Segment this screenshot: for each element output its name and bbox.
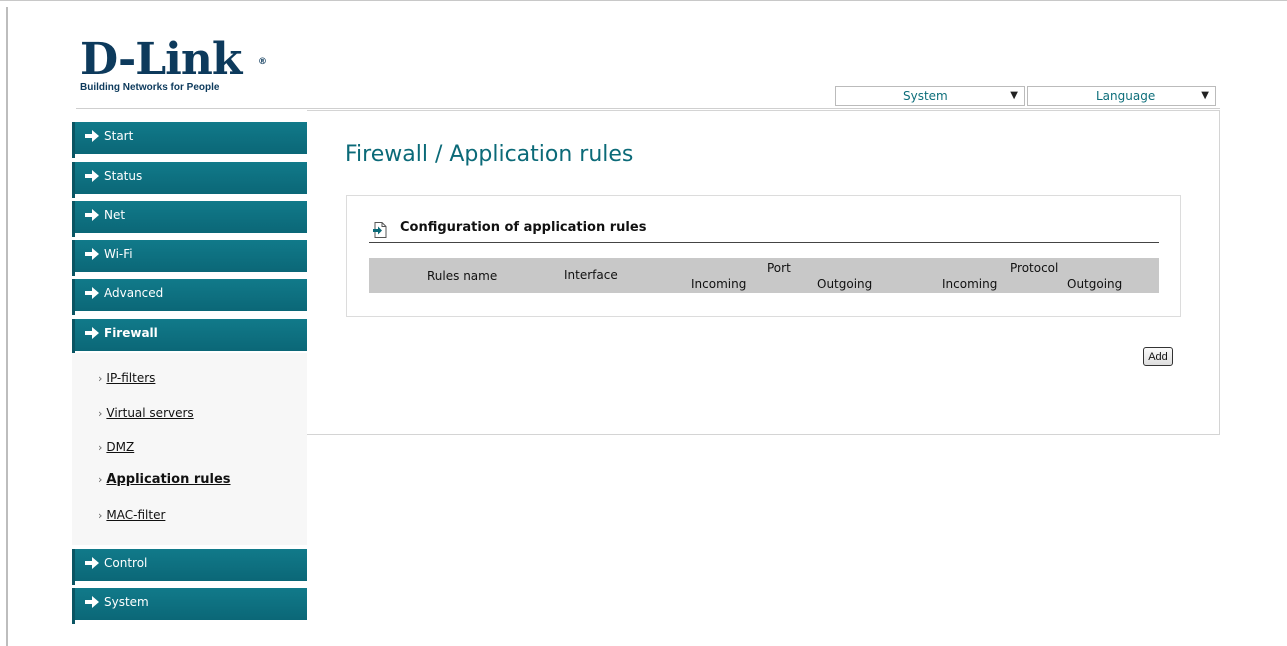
sidebar-item-net[interactable]: Net: [72, 201, 307, 237]
submenu-item-label: DMZ: [106, 440, 135, 454]
column-header-protocol-incoming: Incoming: [942, 277, 998, 291]
language-select-label: Language: [1096, 89, 1156, 103]
header-divider: [76, 108, 1220, 109]
arrow-right-icon: [85, 327, 99, 339]
sidebar-item-label: Control: [104, 556, 148, 570]
sidebar-item-control[interactable]: Control: [72, 549, 307, 585]
submenu-item-application-rules[interactable]: › Application rules: [98, 472, 231, 487]
column-header-protocol-outgoing: Outgoing: [1067, 277, 1123, 291]
bullet-icon: ›: [98, 509, 103, 522]
column-header-protocol: Protocol: [1010, 261, 1059, 275]
sidebar-item-system[interactable]: System: [72, 588, 307, 624]
dlink-logo: D-Link ® Building Networks for People: [80, 38, 267, 94]
logo-text: D-Link: [80, 34, 242, 85]
add-button[interactable]: Add: [1143, 347, 1173, 366]
dropdown-arrow-icon: ▼: [1010, 90, 1018, 101]
section-divider: [369, 242, 1159, 243]
column-header-port-outgoing: Outgoing: [817, 277, 873, 291]
arrow-right-icon: [85, 130, 99, 142]
bullet-icon: ›: [98, 372, 103, 385]
sidebar-item-label: Net: [104, 208, 126, 222]
sidebar-item-label: Wi-Fi: [104, 247, 133, 261]
section-box: [346, 195, 1181, 317]
page-arrow-icon: [373, 222, 387, 238]
system-select-label: System: [903, 89, 948, 103]
submenu-item-label: IP-filters: [106, 371, 156, 385]
submenu-item-label: Application rules: [106, 472, 231, 487]
arrow-right-icon: [85, 596, 99, 608]
submenu-item-dmz[interactable]: › DMZ: [98, 440, 134, 454]
bullet-icon: ›: [98, 473, 103, 486]
section-title: Configuration of application rules: [400, 220, 647, 235]
arrow-right-icon: [85, 209, 99, 221]
sidebar-item-start[interactable]: Start: [72, 122, 307, 158]
submenu-item-ip-filters[interactable]: › IP-filters: [98, 371, 155, 385]
dropdown-arrow-icon: ▼: [1201, 90, 1209, 101]
rules-table-header: Rules name Interface Port Incoming Outgo…: [369, 258, 1159, 293]
submenu-item-mac-filter[interactable]: › MAC-filter: [98, 508, 165, 522]
language-select[interactable]: Language ▼: [1027, 86, 1216, 106]
arrow-right-icon: [85, 287, 99, 299]
page-title: Firewall / Application rules: [345, 142, 634, 167]
bullet-icon: ›: [98, 407, 103, 420]
arrow-right-icon: [85, 248, 99, 260]
submenu-item-virtual-servers[interactable]: › Virtual servers: [98, 406, 194, 420]
sidebar-item-advanced[interactable]: Advanced: [72, 279, 307, 315]
system-menu-select[interactable]: System ▼: [835, 86, 1025, 106]
sidebar-item-label: Advanced: [104, 286, 164, 300]
column-header-port-incoming: Incoming: [691, 277, 747, 291]
sidebar-item-status[interactable]: Status: [72, 162, 307, 198]
sidebar-item-label: Status: [104, 169, 143, 183]
sidebar-item-label: Start: [104, 129, 134, 143]
column-header-rules-name: Rules name: [427, 269, 498, 283]
firewall-submenu: › IP-filters › Virtual servers › DMZ › Appli…: [72, 353, 307, 545]
column-header-port: Port: [767, 261, 791, 275]
sidebar-item-firewall[interactable]: Firewall: [72, 319, 307, 355]
arrow-right-icon: [85, 557, 99, 569]
sidebar-item-wifi[interactable]: Wi-Fi: [72, 240, 307, 276]
bullet-icon: ›: [98, 441, 103, 454]
submenu-item-label: MAC-filter: [106, 508, 166, 522]
sidebar-item-label: System: [104, 595, 149, 609]
window-top-border: [0, 0, 1287, 8]
sidebar-item-label: Firewall: [104, 326, 158, 340]
window-left-border: [6, 7, 8, 646]
arrow-right-icon: [85, 170, 99, 182]
logo-registered-mark: ®: [258, 57, 267, 67]
column-header-interface: Interface: [564, 268, 618, 282]
submenu-item-label: Virtual servers: [106, 406, 194, 420]
